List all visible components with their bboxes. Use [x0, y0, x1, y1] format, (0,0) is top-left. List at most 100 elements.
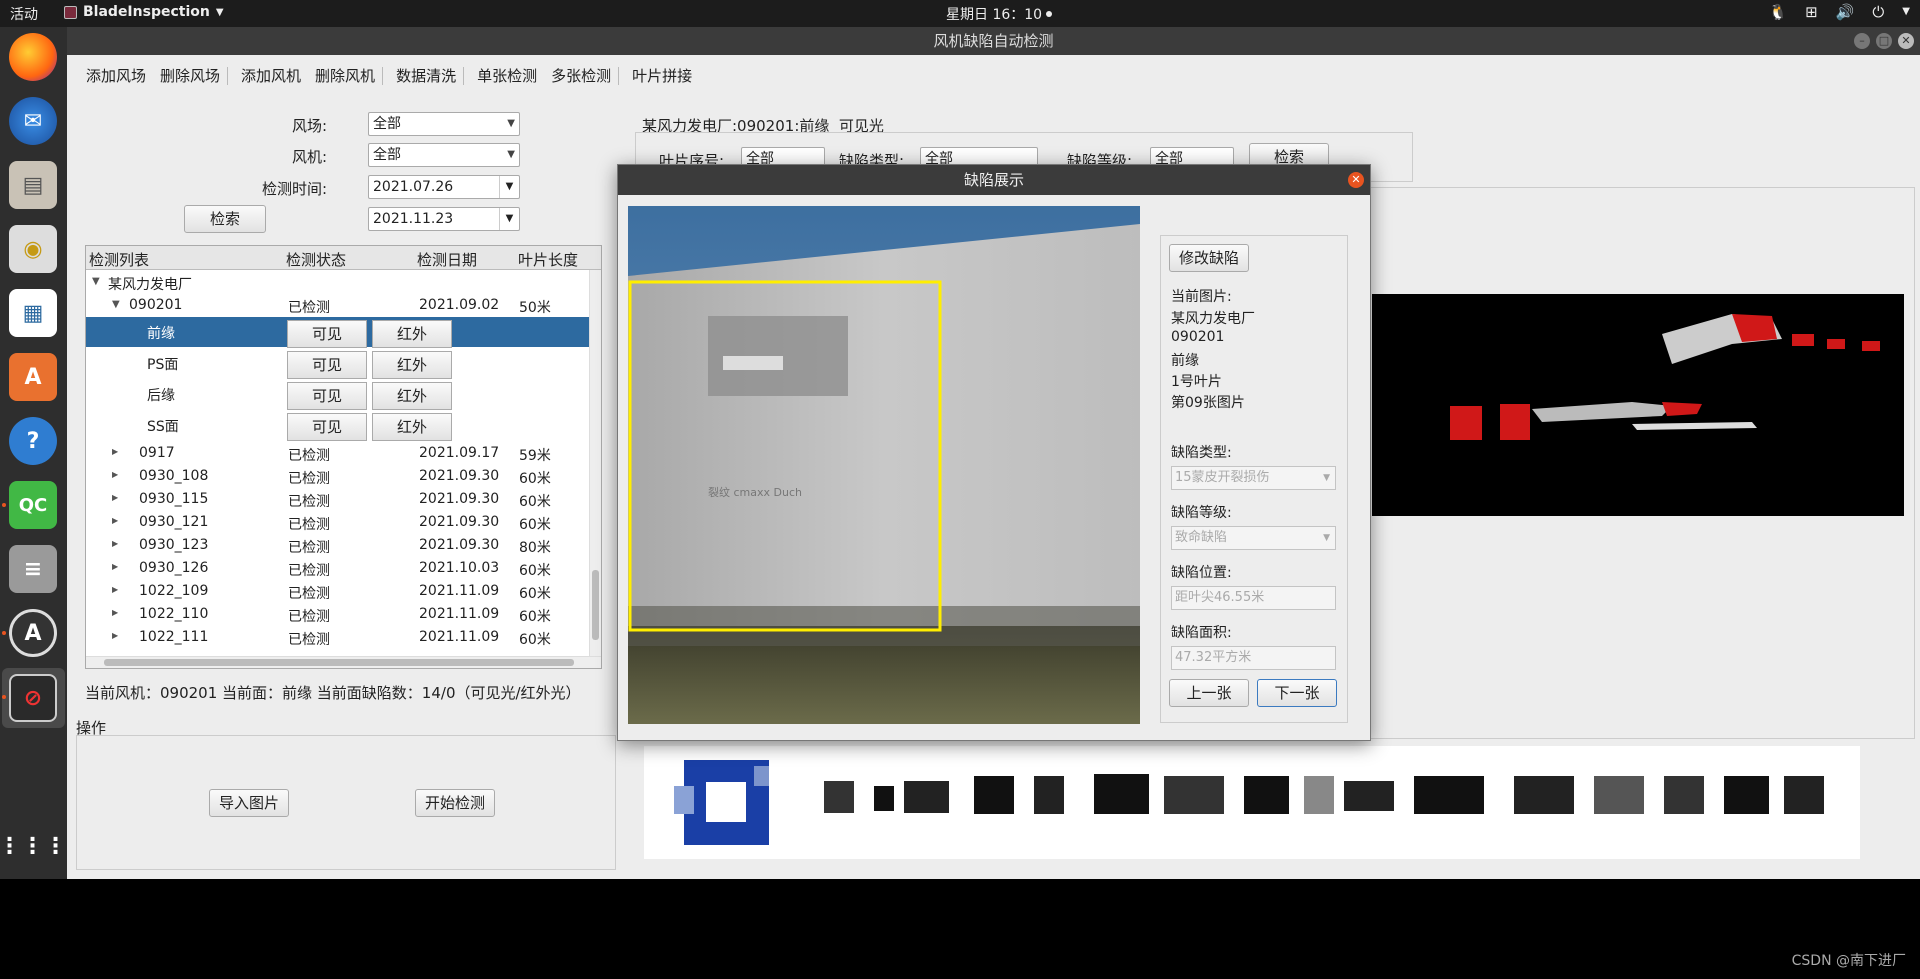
- expand-arrow-icon[interactable]: ▶: [112, 608, 118, 617]
- software-icon[interactable]: A: [9, 353, 57, 401]
- date-from-input[interactable]: 2021.07.26 ▼: [368, 175, 520, 199]
- activities-button[interactable]: 活动: [10, 4, 38, 24]
- dock: ✉ ▤ ◉ ▦ A ? QC ≡ A ⊘ ⋮⋮⋮: [0, 27, 67, 879]
- col-length[interactable]: 叶片长度: [518, 249, 578, 270]
- blade-inspection-icon[interactable]: ⊘: [9, 674, 57, 722]
- clock[interactable]: 星期日 16：10: [946, 4, 1053, 24]
- visible-button[interactable]: 可见: [287, 320, 367, 348]
- tree-row[interactable]: ▶ 0930_123 已检测 2021.09.30 80米: [86, 534, 601, 557]
- menu-multi-detect[interactable]: 多张检测: [544, 62, 618, 90]
- menu-delete-turbine[interactable]: 删除风机: [308, 62, 382, 90]
- minimize-icon[interactable]: –: [1854, 33, 1870, 49]
- menu-add-farm[interactable]: 添加风场: [79, 62, 153, 90]
- app-menu[interactable]: BladeInspection ▼: [64, 4, 224, 20]
- firefox-icon[interactable]: [9, 33, 57, 81]
- chevron-down-icon[interactable]: ▼: [1902, 6, 1910, 21]
- expand-arrow-icon[interactable]: ▼: [112, 299, 120, 310]
- chevron-down-icon[interactable]: ▼: [499, 176, 519, 198]
- tree-row[interactable]: ▶ 0930_126 已检测 2021.10.03 60米: [86, 557, 601, 580]
- network-icon[interactable]: ⊞: [1805, 3, 1818, 21]
- col-status[interactable]: 检测状态: [286, 249, 346, 270]
- expand-arrow-icon[interactable]: ▶: [112, 539, 118, 548]
- modify-defect-button[interactable]: 修改缺陷: [1169, 244, 1249, 272]
- row-status: 已检测: [288, 540, 330, 556]
- menu-add-turbine[interactable]: 添加风机: [234, 62, 308, 90]
- window-titlebar[interactable]: 风机缺陷自动检测 – □ ✕: [67, 27, 1920, 55]
- expand-arrow-icon[interactable]: ▶: [112, 516, 118, 525]
- expand-arrow-icon[interactable]: ▼: [92, 276, 100, 287]
- defect-image[interactable]: 裂纹 cmaxx Duch: [628, 206, 1140, 724]
- expand-arrow-icon[interactable]: ▶: [112, 447, 118, 456]
- blade-stitch-image[interactable]: [1372, 294, 1904, 516]
- defect-type-select: 15蒙皮开裂损伤 ▼: [1171, 466, 1336, 490]
- tree-row[interactable]: ▶ 0930_108 已检测 2021.09.30 60米: [86, 465, 601, 488]
- infrared-button[interactable]: 红外: [372, 413, 452, 441]
- writer-icon[interactable]: ▦: [9, 289, 57, 337]
- face-row-ss[interactable]: SS面 可见 红外: [86, 410, 601, 441]
- help-icon[interactable]: ?: [9, 417, 57, 465]
- expand-arrow-icon[interactable]: ▶: [112, 585, 118, 594]
- rhythmbox-icon[interactable]: ◉: [9, 225, 57, 273]
- tree-horizontal-scrollbar[interactable]: [86, 656, 601, 668]
- power-icon[interactable]: ⏻: [1872, 3, 1884, 21]
- tree-row[interactable]: ▶ 1022_111 已检测 2021.11.09 60米: [86, 626, 601, 649]
- tree-row[interactable]: ▶ 0930_115 已检测 2021.09.30 60米: [86, 488, 601, 511]
- tree-row[interactable]: ▼ 090201 已检测 2021.09.02 50米: [86, 294, 601, 317]
- inspection-tree[interactable]: 检测列表 检测状态 检测日期 叶片长度 ▼ 某风力发电厂 ▼ 090201 已检…: [85, 245, 602, 669]
- tree-row[interactable]: ▶ 1022_109 已检测 2021.11.09 60米: [86, 580, 601, 603]
- qtcreator-icon[interactable]: QC: [9, 481, 57, 529]
- tree-root-row[interactable]: ▼ 某风力发电厂: [86, 271, 601, 294]
- volume-icon[interactable]: 🔊: [1836, 3, 1855, 21]
- maximize-icon[interactable]: □: [1876, 33, 1892, 49]
- menu-data-clean[interactable]: 数据清洗: [389, 62, 463, 90]
- menu-blade-stitch[interactable]: 叶片拼接: [625, 62, 699, 90]
- tree-row[interactable]: ▶ 1022_110 已检测 2021.11.09 60米: [86, 603, 601, 626]
- face-row-trailing-edge[interactable]: 后缘 可见 红外: [86, 379, 601, 410]
- dialog-titlebar[interactable]: 缺陷展示 ✕: [618, 165, 1370, 195]
- visible-button[interactable]: 可见: [287, 351, 367, 379]
- database-icon[interactable]: ≡: [9, 545, 57, 593]
- tux-icon[interactable]: 🐧: [1768, 3, 1787, 21]
- app-icon: [64, 5, 77, 19]
- infrared-button[interactable]: 红外: [372, 382, 452, 410]
- visible-button[interactable]: 可见: [287, 382, 367, 410]
- date-to-input[interactable]: 2021.11.23 ▼: [368, 207, 520, 231]
- filter-search-button[interactable]: 检索: [184, 205, 266, 233]
- files-icon[interactable]: ▤: [9, 161, 57, 209]
- start-detection-button[interactable]: 开始检测: [415, 789, 495, 817]
- infrared-button[interactable]: 红外: [372, 351, 452, 379]
- expand-arrow-icon[interactable]: ▶: [112, 493, 118, 502]
- col-list[interactable]: 检测列表: [89, 249, 149, 270]
- show-apps-icon[interactable]: ⋮⋮⋮: [0, 823, 67, 871]
- thunderbird-icon[interactable]: ✉: [9, 97, 57, 145]
- tree-vertical-scrollbar[interactable]: [589, 270, 601, 656]
- expand-arrow-icon[interactable]: ▶: [112, 631, 118, 640]
- toolbar-separator: [382, 67, 384, 85]
- col-date[interactable]: 检测日期: [417, 249, 477, 270]
- tree-row[interactable]: ▶ 0930_121 已检测 2021.09.30 60米: [86, 511, 601, 534]
- turbine-select[interactable]: 全部 ▼: [368, 143, 520, 167]
- menu-single-detect[interactable]: 单张检测: [470, 62, 544, 90]
- expand-arrow-icon[interactable]: ▶: [112, 562, 118, 571]
- infrared-button[interactable]: 红外: [372, 320, 452, 348]
- close-icon[interactable]: ✕: [1348, 172, 1364, 188]
- previous-image-button[interactable]: 上一张: [1169, 679, 1249, 707]
- defect-type-label: 缺陷类型:: [1171, 445, 1232, 461]
- system-tray[interactable]: 🐧 ⊞ 🔊 ⏻ ▼: [1768, 3, 1910, 21]
- next-image-button[interactable]: 下一张: [1257, 679, 1337, 707]
- scroll-thumb[interactable]: [592, 570, 599, 640]
- chevron-down-icon[interactable]: ▼: [499, 208, 519, 230]
- updater-icon[interactable]: A: [9, 609, 57, 657]
- face-row-ps[interactable]: PS面 可见 红外: [86, 348, 601, 379]
- menu-delete-farm[interactable]: 删除风场: [153, 62, 227, 90]
- close-icon[interactable]: ✕: [1898, 33, 1914, 49]
- row-date: 2021.09.30: [419, 537, 500, 553]
- import-images-button[interactable]: 导入图片: [209, 789, 289, 817]
- expand-arrow-icon[interactable]: ▶: [112, 470, 118, 479]
- visible-button[interactable]: 可见: [287, 413, 367, 441]
- farm-select[interactable]: 全部 ▼: [368, 112, 520, 136]
- scroll-thumb[interactable]: [104, 659, 574, 666]
- defect-level-select: 致命缺陷 ▼: [1171, 526, 1336, 550]
- tree-row[interactable]: ▶ 0917 已检测 2021.09.17 59米: [86, 442, 601, 465]
- face-row-leading-edge[interactable]: 前缘 可见 红外: [86, 317, 601, 348]
